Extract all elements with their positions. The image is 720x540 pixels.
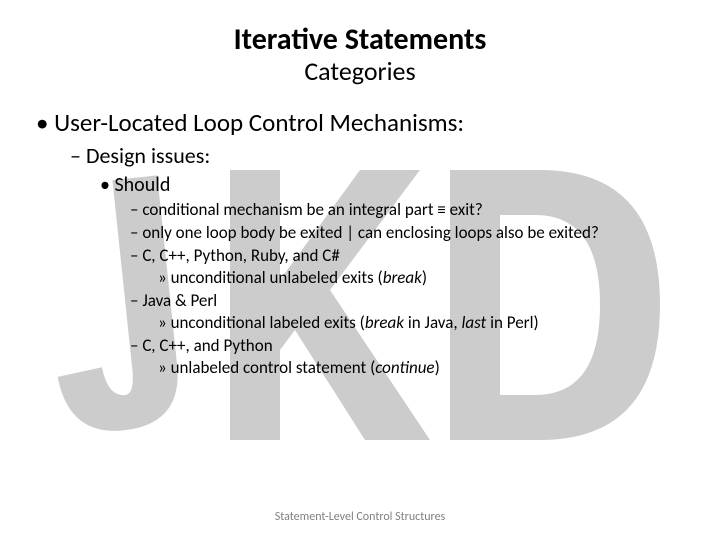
text: conditional mechanism be an integral par… (142, 199, 482, 220)
text: C, C++, Python, Ruby, and C# (142, 245, 340, 266)
text-italic: last (461, 312, 486, 333)
text: Design issues: (86, 142, 210, 169)
text: ) (422, 267, 427, 288)
text-italic: continue (375, 357, 434, 378)
slide-title: Iterative Statements (30, 24, 690, 56)
list-item: unlabeled control statement (continue) (158, 357, 690, 379)
list-item: C, C++, Python, Ruby, and C# uncondition… (130, 245, 690, 289)
list-item: Design issues: Should conditional mechan… (70, 142, 690, 380)
text: unconditional labeled exits ( (171, 312, 365, 333)
list-item: User-Located Loop Control Mechanisms: De… (36, 107, 690, 380)
list-item: C, C++, and Python unlabeled control sta… (130, 335, 690, 379)
bullet-list: User-Located Loop Control Mechanisms: De… (36, 107, 690, 380)
text: C, C++, and Python (142, 335, 272, 356)
list-item: conditional mechanism be an integral par… (130, 199, 690, 221)
text: only one loop body be exited | can enclo… (142, 222, 599, 243)
list-item: Java & Perl unconditional labeled exits … (130, 290, 690, 334)
text: unconditional unlabeled exits ( (171, 267, 383, 288)
list-item: unconditional unlabeled exits (break) (158, 267, 690, 289)
list-item: only one loop body be exited | can enclo… (130, 222, 690, 244)
text: Java & Perl (142, 290, 217, 311)
text: User-Located Loop Control Mechanisms: (54, 107, 464, 138)
text: in Perl) (486, 312, 538, 333)
list-item: unconditional labeled exits (break in Ja… (158, 312, 690, 334)
text: unlabeled control statement ( (171, 357, 376, 378)
text: ) (435, 357, 440, 378)
slide-footer: Statement-Level Control Structures (0, 510, 720, 524)
list-item: Should conditional mechanism be an integ… (100, 173, 690, 380)
slide-content: Iterative Statements Categories User-Loc… (0, 0, 720, 540)
text: Should (114, 173, 170, 197)
slide-subtitle: Categories (30, 58, 690, 85)
text-italic: break (383, 267, 422, 288)
text-italic: break (365, 312, 404, 333)
text: in Java, (404, 312, 461, 333)
